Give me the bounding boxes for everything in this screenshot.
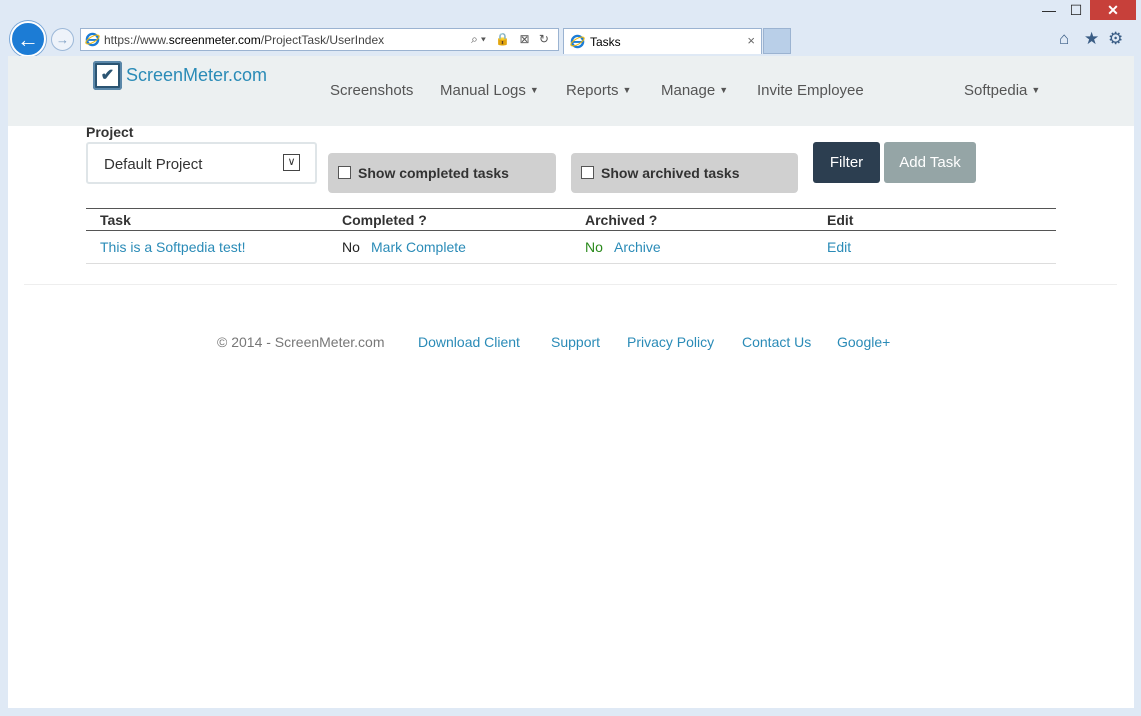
divider	[24, 284, 1117, 285]
show-completed-label: Show completed tasks	[358, 165, 509, 181]
header-edit: Edit	[827, 212, 854, 228]
page-content: ✔ ScreenMeter.com Screenshots Manual Log…	[8, 56, 1134, 708]
ie-icon	[570, 34, 585, 49]
show-archived-toggle[interactable]: Show archived tasks	[571, 153, 798, 193]
minimize-button[interactable]: —	[1036, 0, 1062, 20]
caret-down-icon: ▼	[622, 85, 632, 95]
task-name-link[interactable]: This is a Softpedia test!	[100, 239, 246, 255]
favorites-icon[interactable]: ★	[1084, 29, 1099, 49]
address-tools[interactable]: ⌕▾ 🔒 ⊠ ↻	[471, 32, 552, 47]
caret-down-icon: ▼	[529, 85, 539, 95]
table-top-border	[86, 208, 1056, 209]
logo-check-icon: ✔	[93, 61, 122, 90]
nav-manage[interactable]: Manage ▼	[661, 82, 728, 99]
show-archived-label: Show archived tasks	[601, 165, 740, 181]
address-url[interactable]: https://www.screenmeter.com/ProjectTask/…	[104, 33, 384, 47]
nav-reports[interactable]: Reports ▼	[566, 82, 631, 99]
show-archived-checkbox[interactable]	[581, 166, 594, 179]
tab-close-icon[interactable]: ×	[747, 33, 755, 48]
project-select[interactable]: Default Project ∨	[86, 142, 317, 184]
forward-button[interactable]: →	[51, 28, 74, 51]
table-header-border	[86, 230, 1056, 231]
ie-icon	[85, 32, 100, 47]
table-row-border	[86, 263, 1056, 264]
footer-google-plus[interactable]: Google+	[837, 334, 890, 350]
footer-copyright: © 2014 - ScreenMeter.com	[217, 334, 385, 350]
address-bar[interactable]: https://www.screenmeter.com/ProjectTask/…	[80, 28, 559, 51]
caret-down-icon: ▼	[1031, 85, 1041, 95]
add-task-button[interactable]: Add Task	[884, 142, 976, 183]
back-button[interactable]: ←	[10, 21, 46, 57]
show-completed-toggle[interactable]: Show completed tasks	[328, 153, 556, 193]
tab-title: Tasks	[590, 35, 621, 49]
nav-manual-logs[interactable]: Manual Logs ▼	[440, 82, 539, 99]
logo-text: ScreenMeter.com	[126, 65, 268, 85]
edit-link[interactable]: Edit	[827, 239, 851, 255]
nav-user-menu[interactable]: Softpedia ▼	[964, 82, 1040, 99]
header-completed: Completed ?	[342, 212, 427, 228]
caret-down-icon: ▼	[719, 85, 729, 95]
footer-download-client[interactable]: Download Client	[418, 334, 520, 350]
header-archived: Archived ?	[585, 212, 658, 228]
completed-status: No	[342, 239, 360, 255]
project-label: Project	[86, 124, 134, 140]
footer-privacy-policy[interactable]: Privacy Policy	[627, 334, 714, 350]
archive-link[interactable]: Archive	[614, 239, 661, 255]
footer-contact-us[interactable]: Contact Us	[742, 334, 811, 350]
chevron-down-icon[interactable]: ∨	[283, 154, 300, 171]
show-completed-checkbox[interactable]	[338, 166, 351, 179]
home-icon[interactable]: ⌂	[1059, 29, 1069, 49]
browser-window: — ☐ ✕ ← → https://www.screenmeter.com/Pr…	[0, 0, 1141, 716]
archived-status: No	[585, 239, 603, 255]
header-task: Task	[100, 212, 131, 228]
project-select-value: Default Project	[104, 156, 203, 173]
nav-screenshots[interactable]: Screenshots	[330, 82, 413, 99]
filter-button[interactable]: Filter	[813, 142, 880, 183]
gear-icon[interactable]: ⚙	[1108, 29, 1123, 49]
close-window-button[interactable]: ✕	[1090, 0, 1136, 20]
maximize-button[interactable]: ☐	[1063, 0, 1089, 20]
mark-complete-link[interactable]: Mark Complete	[371, 239, 466, 255]
tab-tasks[interactable]: Tasks ×	[563, 28, 762, 54]
navbar: ✔ ScreenMeter.com Screenshots Manual Log…	[8, 56, 1134, 126]
footer-support[interactable]: Support	[551, 334, 600, 350]
nav-invite-employee[interactable]: Invite Employee	[757, 82, 864, 99]
new-tab-button[interactable]	[763, 28, 791, 54]
